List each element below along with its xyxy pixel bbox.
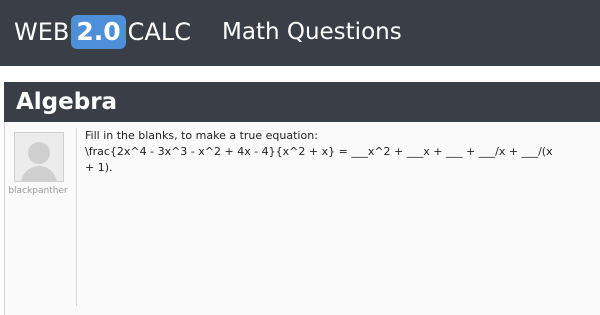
question-line-1: Fill in the blanks, to make a true equat… (85, 129, 318, 142)
logo-web-text: WEB (14, 18, 70, 46)
user-avatar-icon[interactable] (14, 132, 64, 182)
avatar-head-shape (28, 142, 50, 164)
author-username[interactable]: blackpanther (0, 186, 76, 196)
question-text: Fill in the blanks, to make a true equat… (85, 128, 600, 176)
category-title[interactable]: Algebra (16, 86, 117, 118)
logo-version-badge: 2.0 (71, 15, 126, 49)
avatar-shoulders-shape (21, 166, 57, 181)
question-line-2: \frac{2x^4 - 3x^3 - x^2 + 4x - 4}{x^2 + … (85, 145, 553, 158)
web2calc-logo[interactable]: WEB 2.0 CALC (14, 15, 191, 49)
category-header: Algebra (4, 82, 600, 122)
site-tagline[interactable]: Math Questions (222, 16, 402, 48)
logo-calc-text: CALC (127, 18, 191, 46)
panel-divider (76, 128, 77, 306)
top-navigation-bar: WEB 2.0 CALC Math Questions (0, 0, 600, 66)
question-line-3: + 1). (85, 161, 113, 174)
